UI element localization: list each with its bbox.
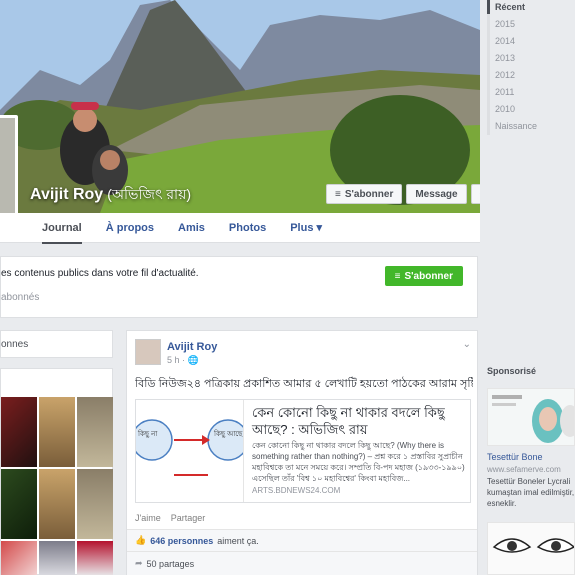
diagram-image (136, 419, 243, 476)
photo-thumb[interactable] (1, 541, 37, 575)
profile-picture[interactable] (0, 115, 18, 213)
rss-icon: ≡ (394, 270, 401, 282)
cover-landscape (0, 0, 480, 213)
post-actions: J'aime Partager (135, 513, 205, 523)
timeline-post: Avijit Roy 5 h · 🌐 ⌄ বিডি নিউজ২৪ পত্রিকা… (126, 330, 478, 575)
timeline-item-2014[interactable]: 2014 (495, 36, 515, 46)
photos-grid (0, 368, 113, 575)
ad-image-2[interactable] (487, 522, 575, 575)
photo-thumb[interactable] (39, 397, 75, 467)
photo-thumb[interactable] (1, 397, 37, 467)
photo-thumb[interactable] (1, 469, 37, 539)
link-title[interactable]: কেন কোনো কিছু না থাকার বদলে কিছু আছে? : … (252, 404, 466, 438)
thumbs-up-icon: 👍 (135, 535, 147, 545)
ad-description: Tesettür Boneler Lycrali kumaştan imal e… (487, 477, 575, 508)
image-label-left: কিছু না (138, 431, 158, 438)
caret-down-icon: ▾ (316, 222, 323, 234)
timeline-rail (487, 0, 490, 135)
timeline-item-birth[interactable]: Naissance (495, 121, 537, 131)
image-label-right: কিছু আছে (214, 431, 243, 438)
share-arrow-icon: ➦ (135, 558, 143, 568)
cover-photo[interactable]: Avijit Roy (অভিজিৎ রায়) ≡ S'abonner Mess… (0, 0, 480, 213)
timeline-rail-active (487, 0, 490, 14)
photo-thumb[interactable] (39, 541, 75, 575)
share-action[interactable]: Partager (171, 513, 206, 523)
likes-count[interactable]: 646 personnes (150, 536, 213, 546)
message-button-label: Message (415, 188, 458, 200)
left-box-label[interactable]: onnes (1, 339, 28, 350)
link-url: ARTS.BDNEWS24.COM (252, 486, 341, 495)
timeline-item-2013[interactable]: 2013 (495, 53, 515, 63)
tab-friends[interactable]: Amis (166, 213, 217, 243)
profile-alt-name: (অভিজিৎ রায়) (107, 186, 191, 202)
like-action[interactable]: J'aime (135, 513, 161, 523)
photo-thumb[interactable] (39, 469, 75, 539)
cover-action-buttons: ≡ S'abonner Message ••• (326, 184, 480, 204)
rss-icon: ≡ (335, 188, 341, 200)
profile-tabs: Journal À propos Amis Photos Plus ▾ (0, 213, 480, 244)
timeline-item-2010[interactable]: 2010 (495, 104, 515, 114)
post-meta[interactable]: 5 h · 🌐 (167, 355, 199, 366)
profile-name-text: Avijit Roy (30, 186, 104, 203)
post-body-text: বিডি নিউজ২৪ পত্রিকায় প্রকাশিত আমার ৫ লে… (135, 378, 473, 390)
follow-green-label: S'abonner (404, 270, 454, 282)
timeline-years-nav: Récent 2015 2014 2013 2012 2011 2010 Nai… (487, 0, 575, 135)
photo-thumb[interactable] (77, 397, 113, 467)
sponsored-heading: Sponsorisé (487, 366, 536, 376)
followers-count[interactable]: abonnés (1, 292, 39, 303)
follow-green-button[interactable]: ≡ S'abonner (384, 266, 463, 286)
link-preview-card[interactable]: কিছু না কিছু আছে কেন কোনো কিছু না থাকার … (135, 399, 471, 503)
post-options-chevron-icon[interactable]: ⌄ (463, 339, 471, 350)
post-author-name[interactable]: Avijit Roy (167, 341, 217, 353)
tab-more[interactable]: Plus ▾ (278, 213, 334, 243)
notice-text: es contenus publics dans votre fil d'act… (1, 268, 199, 279)
post-author-avatar[interactable] (135, 339, 161, 365)
likes-suffix: aiment ça. (217, 535, 259, 546)
timeline-item-2011[interactable]: 2011 (495, 87, 514, 97)
follow-button[interactable]: ≡ S'abonner (326, 184, 403, 204)
timeline-item-recent[interactable]: Récent (495, 2, 525, 12)
post-timestamp: 5 h · (167, 355, 188, 365)
photo-thumb[interactable] (77, 469, 113, 539)
tab-about[interactable]: À propos (94, 213, 166, 243)
sponsored-label: Sponsorisé (487, 366, 537, 376)
more-options-button[interactable]: ••• (470, 184, 480, 204)
likes-summary: 👍 646 personnes aiment ça. (127, 529, 477, 551)
message-button[interactable]: Message (406, 184, 467, 204)
left-intro-box: onnes (0, 330, 113, 358)
globe-icon: 🌐 (187, 355, 199, 365)
follow-button-label: S'abonner (344, 188, 394, 200)
tab-more-label: Plus (290, 222, 314, 234)
timeline-item-2012[interactable]: 2012 (495, 70, 515, 80)
link-preview-image: কিছু না কিছু আছে (136, 400, 244, 502)
ad-image[interactable] (487, 388, 575, 446)
shares-count[interactable]: 50 partages (147, 559, 195, 569)
timeline-item-2015[interactable]: 2015 (495, 19, 515, 29)
link-description: কেন কোনো কিছু না থাকার বদলে কিছু আছে? (W… (252, 441, 465, 483)
ad-url[interactable]: www.sefamerve.com (487, 465, 561, 474)
photo-thumb[interactable] (77, 541, 113, 575)
ad-photo (488, 389, 574, 445)
profile-name[interactable]: Avijit Roy (অভিজিৎ রায়) (30, 183, 191, 207)
tab-journal[interactable]: Journal (30, 213, 94, 244)
ad-title[interactable]: Tesettür Bone (487, 452, 543, 462)
ad-photo-eyes (488, 523, 574, 574)
tab-photos[interactable]: Photos (217, 213, 278, 243)
follow-notice: es contenus publics dans votre fil d'act… (0, 256, 478, 318)
shares-summary: ➦ 50 partages (127, 551, 477, 575)
